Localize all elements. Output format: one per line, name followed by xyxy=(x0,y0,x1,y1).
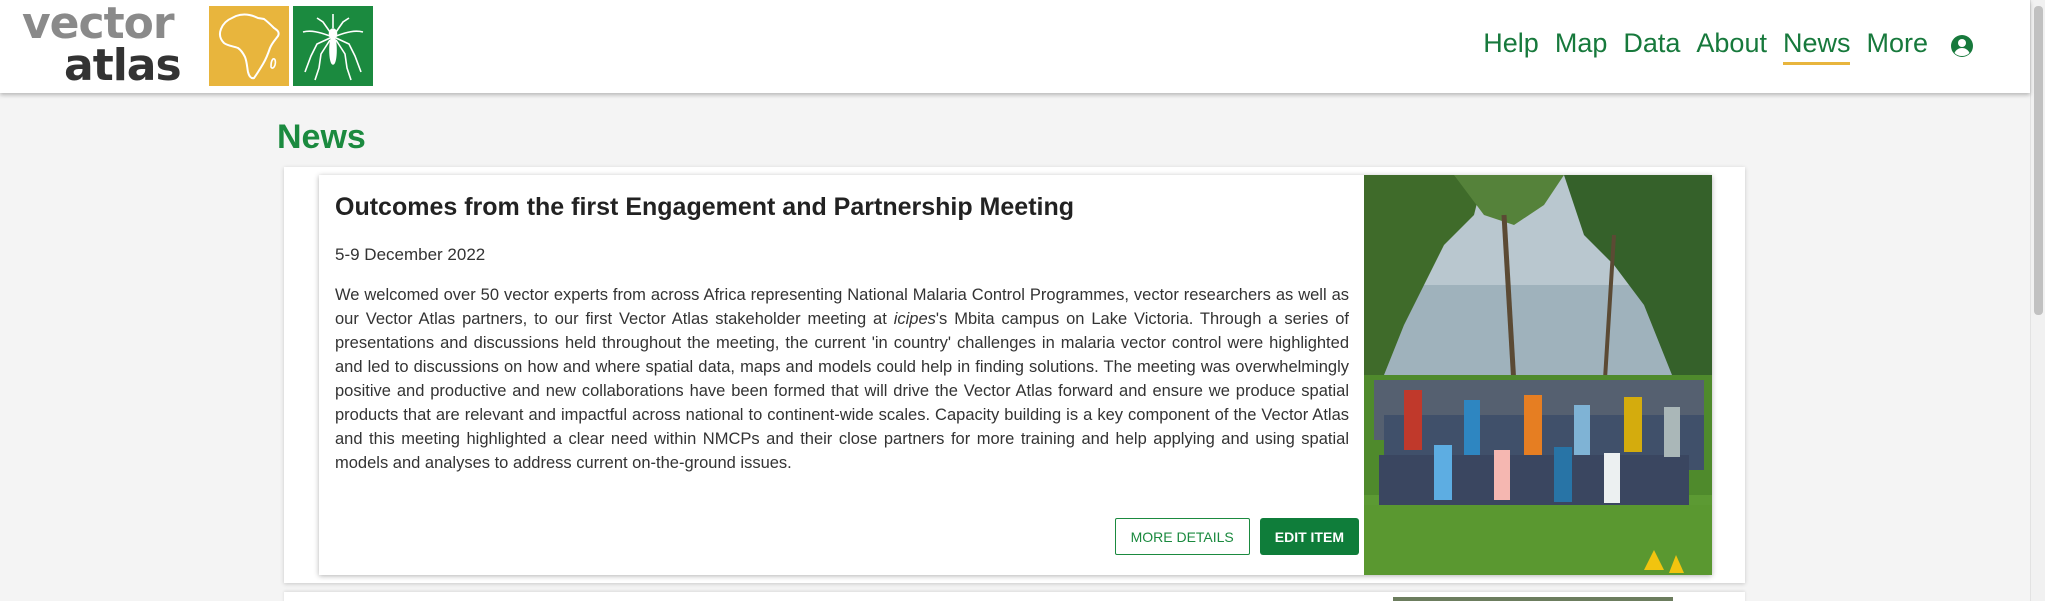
page-scrollbar[interactable] xyxy=(2030,0,2045,601)
top-navigation-bar: vector atlas Help Map Data About News Mo… xyxy=(0,0,2030,93)
more-details-button[interactable]: MORE DETAILS xyxy=(1114,518,1250,555)
page: vector atlas Help Map Data About News Mo… xyxy=(0,0,2045,601)
account-circle-icon[interactable] xyxy=(1950,34,1974,58)
news-card-body: Outcomes from the first Engagement and P… xyxy=(319,175,1364,575)
logo-text-atlas: atlas xyxy=(64,39,182,91)
nav-help[interactable]: Help xyxy=(1483,28,1539,65)
news-summary: We welcomed over 50 vector experts from … xyxy=(335,283,1349,475)
page-title: News xyxy=(277,118,366,156)
nav-map[interactable]: Map xyxy=(1555,28,1608,65)
nav-more[interactable]: More xyxy=(1866,28,1928,65)
news-card-actions: MORE DETAILS EDIT ITEM xyxy=(1114,518,1359,555)
main-nav: Help Map Data About News More xyxy=(1483,28,1928,65)
nav-news[interactable]: News xyxy=(1782,28,1851,65)
mosquito-icon xyxy=(293,6,373,86)
edit-item-button[interactable]: EDIT ITEM xyxy=(1259,518,1359,555)
africa-map-icon xyxy=(209,6,289,86)
nav-data[interactable]: Data xyxy=(1623,28,1680,65)
news-summary-italic: icipes xyxy=(893,310,936,328)
scrollbar-thumb[interactable] xyxy=(2034,6,2043,315)
news-summary-part2: 's Mbita campus on Lake Victoria. Throug… xyxy=(335,310,1349,472)
vector-atlas-logo[interactable]: vector atlas xyxy=(22,0,373,93)
logo-wordmark: vector atlas xyxy=(22,0,182,91)
news-image-group-photo xyxy=(1364,175,1712,575)
news-title: Outcomes from the first Engagement and P… xyxy=(335,193,1075,221)
next-news-image xyxy=(1393,597,1673,601)
nav-about[interactable]: About xyxy=(1696,28,1767,65)
news-card: Outcomes from the first Engagement and P… xyxy=(319,175,1712,575)
news-date: 5-9 December 2022 xyxy=(335,245,486,264)
